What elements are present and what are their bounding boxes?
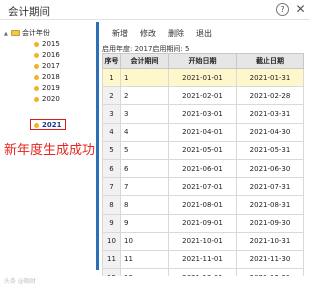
tree-item-2021[interactable]: 2021: [34, 120, 61, 130]
table-row[interactable]: 8 8 2021-08-01 2021-08-31: [102, 195, 304, 215]
period-cell: 4: [120, 122, 169, 142]
table-row[interactable]: 6 6 2021-06-01 2021-06-30: [102, 158, 304, 179]
footer: 头条 @融财: [0, 276, 310, 286]
col-header-end[interactable]: 截止日期: [236, 53, 304, 69]
close-icon[interactable]: ✕: [294, 3, 307, 16]
start-date-cell: 2021-03-01: [168, 104, 237, 124]
col-header-period[interactable]: 会计期间: [120, 53, 169, 69]
end-date-cell: 2021-11-30: [236, 249, 304, 270]
row-index: 9: [102, 213, 121, 233]
edit-button[interactable]: 修改: [140, 28, 156, 39]
period-table: 序号 会计期间 开始日期 截止日期 1 1 2021-01-01 2021-01-31…: [102, 53, 304, 286]
table-row[interactable]: 11 11 2021-11-01 2021-11-30: [102, 249, 304, 270]
period-cell: 7: [120, 177, 169, 197]
period-cell: 3: [120, 104, 169, 124]
end-date-cell: 2021-02-28: [236, 86, 304, 106]
table-row[interactable]: 7 7 2021-07-01 2021-07-31: [102, 177, 304, 197]
year-icon: [34, 122, 39, 128]
watermark: 头条 @融财: [4, 278, 36, 285]
help-icon[interactable]: ?: [276, 3, 289, 16]
year-icon: [34, 74, 39, 80]
window-title: 会计期间: [8, 6, 50, 18]
row-index: 5: [102, 140, 121, 160]
exit-button[interactable]: 退出: [196, 28, 212, 39]
tree-root-label: 会计年份: [22, 29, 50, 37]
tree-root[interactable]: ▲ 会计年份: [4, 28, 50, 38]
year-icon: [34, 63, 39, 69]
start-date-cell: 2021-05-01: [168, 140, 237, 160]
year-icon: [34, 85, 39, 91]
title-bar: 会计期间 ? ✕: [0, 0, 310, 20]
table-row[interactable]: 1 1 2021-01-01 2021-01-31: [102, 67, 304, 88]
tree-item-2017[interactable]: 2017: [34, 61, 60, 71]
row-index: 8: [102, 195, 121, 215]
start-date-cell: 2021-10-01: [168, 231, 237, 251]
period-cell: 5: [120, 140, 169, 160]
delete-button[interactable]: 删除: [168, 28, 184, 39]
start-date-cell: 2021-07-01: [168, 177, 237, 197]
tree-item-2020[interactable]: 2020: [34, 94, 60, 104]
year-icon: [34, 52, 39, 58]
table-header: 序号 会计期间 开始日期 截止日期: [102, 53, 304, 69]
col-header-start[interactable]: 开始日期: [168, 53, 237, 69]
row-index: 6: [102, 158, 121, 179]
row-index: 11: [102, 249, 121, 270]
end-date-cell: 2021-04-30: [236, 122, 304, 142]
end-date-cell: 2021-08-31: [236, 195, 304, 215]
end-date-cell: 2021-01-31: [236, 67, 304, 88]
table-row[interactable]: 4 4 2021-04-01 2021-04-30: [102, 122, 304, 142]
tree-item-2016[interactable]: 2016: [34, 50, 60, 60]
period-cell: 11: [120, 249, 169, 270]
tree-item-2018[interactable]: 2018: [34, 72, 60, 82]
row-index: 3: [102, 104, 121, 124]
row-index: 1: [102, 67, 121, 88]
year-icon: [34, 96, 39, 102]
start-date-cell: 2021-08-01: [168, 195, 237, 215]
collapse-icon[interactable]: ▲: [4, 29, 11, 39]
period-cell: 10: [120, 231, 169, 251]
period-cell: 9: [120, 213, 169, 233]
row-index: 10: [102, 231, 121, 251]
period-cell: 2: [120, 86, 169, 106]
panel-divider[interactable]: [96, 22, 99, 270]
end-date-cell: 2021-06-30: [236, 158, 304, 179]
table-row[interactable]: 2 2 2021-02-01 2021-02-28: [102, 86, 304, 106]
start-date-cell: 2021-01-01: [168, 67, 237, 88]
success-annotation: 新年度生成成功: [4, 143, 96, 158]
period-cell: 8: [120, 195, 169, 215]
year-tree: ▲ 会计年份 2015 2016 2017 2018 2019 2020 2021…: [0, 22, 96, 276]
start-date-cell: 2021-11-01: [168, 249, 237, 270]
tree-item-2019[interactable]: 2019: [34, 83, 60, 93]
add-button[interactable]: 新增: [112, 28, 128, 39]
row-index: 7: [102, 177, 121, 197]
row-index: 2: [102, 86, 121, 106]
folder-icon: [11, 30, 20, 36]
row-index: 4: [102, 122, 121, 142]
tree-item-2015[interactable]: 2015: [34, 39, 60, 49]
table-row[interactable]: 10 10 2021-10-01 2021-10-31: [102, 231, 304, 251]
table-row[interactable]: 3 3 2021-03-01 2021-03-31: [102, 104, 304, 124]
end-date-cell: 2021-07-31: [236, 177, 304, 197]
end-date-cell: 2021-10-31: [236, 231, 304, 251]
start-date-cell: 2021-09-01: [168, 213, 237, 233]
end-date-cell: 2021-03-31: [236, 104, 304, 124]
end-date-cell: 2021-05-31: [236, 140, 304, 160]
col-header-index[interactable]: 序号: [102, 53, 121, 69]
start-date-cell: 2021-04-01: [168, 122, 237, 142]
start-date-cell: 2021-06-01: [168, 158, 237, 179]
table-row[interactable]: 5 5 2021-05-01 2021-05-31: [102, 140, 304, 160]
year-icon: [34, 41, 39, 47]
start-date-cell: 2021-02-01: [168, 86, 237, 106]
end-date-cell: 2021-09-30: [236, 213, 304, 233]
table-row[interactable]: 9 9 2021-09-01 2021-09-30: [102, 213, 304, 233]
period-cell: 6: [120, 158, 169, 179]
period-cell: 1: [120, 67, 169, 88]
